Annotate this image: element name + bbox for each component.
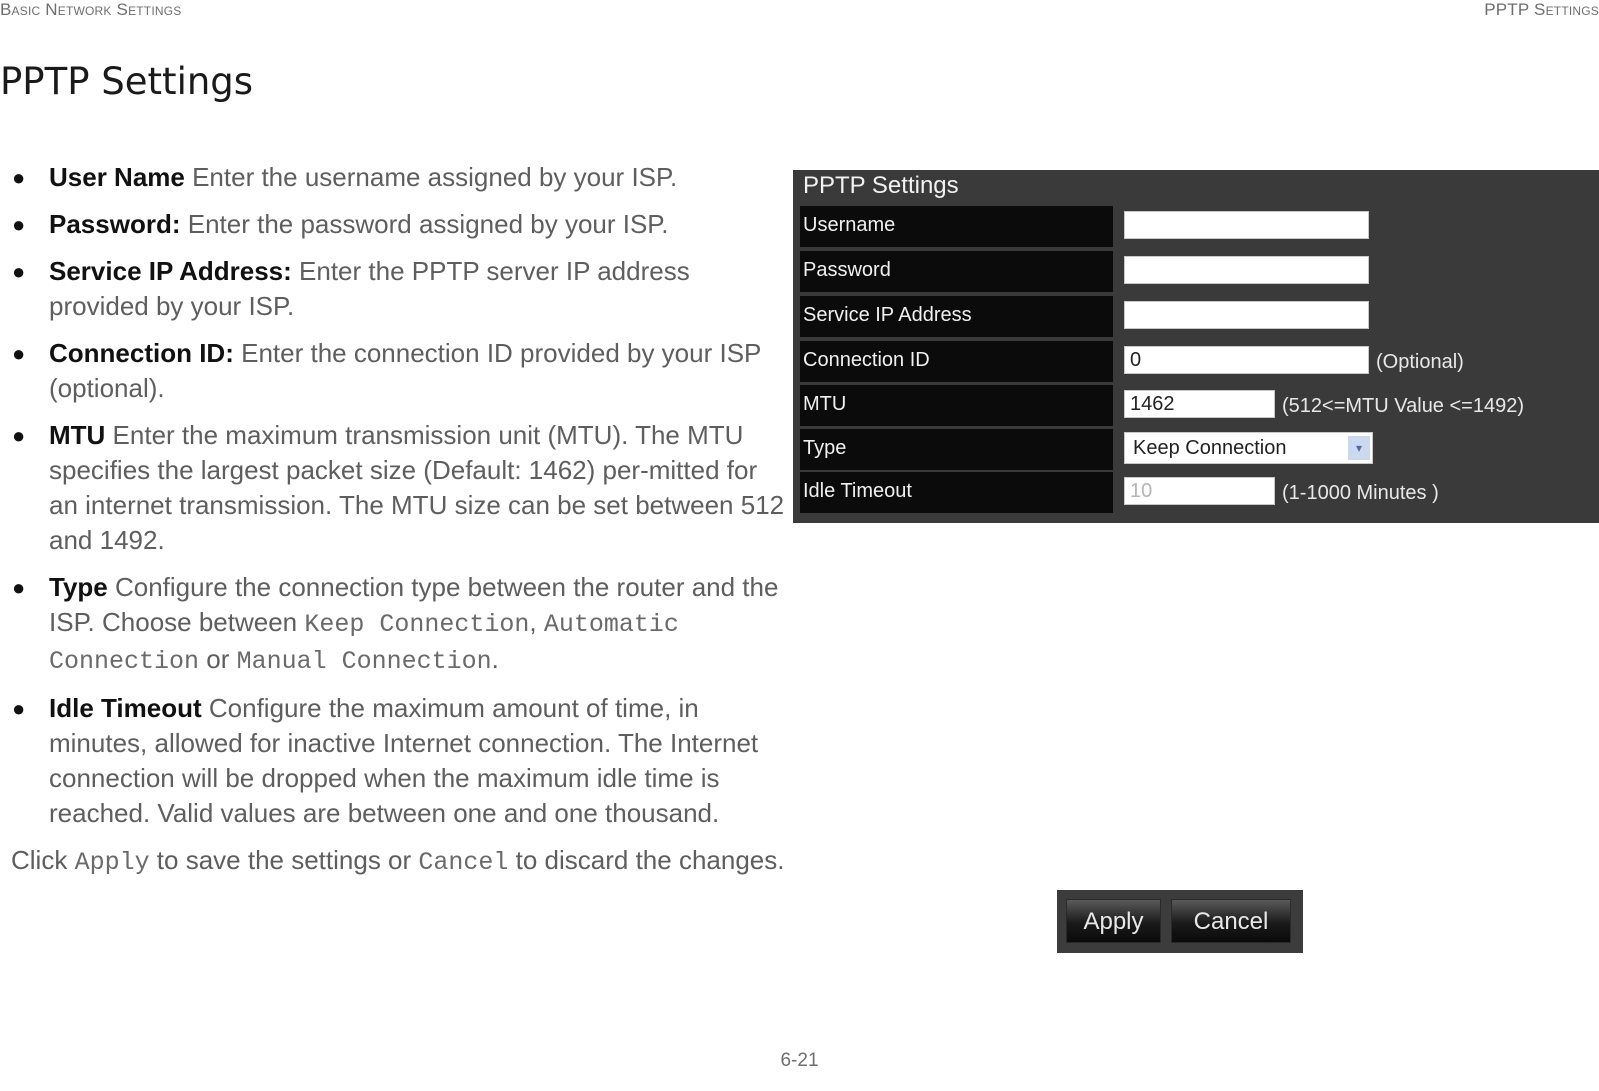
option-manual-connection: Manual Connection [236, 647, 492, 676]
list-item-service-ip: ● Service IP Address: Enter the PPTP serv… [0, 254, 785, 324]
password-input[interactable] [1124, 256, 1369, 284]
list-item-password: ● Password: Enter the password assigned b… [0, 207, 785, 242]
field-label: Password [803, 259, 891, 281]
header-section-title: Basic Network Settings [0, 0, 182, 19]
idle-timeout-input[interactable] [1124, 477, 1275, 505]
text: Click [11, 845, 75, 875]
term: User Name [49, 162, 185, 192]
definition: Enter the password assigned by your ISP. [180, 209, 669, 239]
list-item-type: ● Type Configure the connection type betw… [0, 570, 785, 679]
closing-instruction: Click Apply to save the settings or Canc… [11, 843, 785, 880]
bullet-icon: ● [12, 696, 26, 721]
pptp-settings-panel: PPTP Settings Username Password Service … [793, 170, 1599, 523]
description: ● User Name Enter the username assigned b… [0, 160, 785, 880]
field-description-list: ● User Name Enter the username assigned b… [0, 160, 785, 831]
row-type: Type [800, 429, 1113, 470]
bullet-icon: ● [12, 341, 26, 366]
apply-button[interactable]: Apply [1066, 899, 1161, 943]
bullet-icon: ● [12, 575, 26, 600]
text: to discard the changes. [508, 845, 785, 875]
term: Service IP Address: [49, 256, 292, 286]
cancel-button[interactable]: Cancel [1171, 899, 1291, 943]
list-item-mtu: ● MTU Enter the maximum transmission unit… [0, 418, 785, 558]
mtu-input[interactable] [1124, 390, 1275, 418]
connection-id-hint: (Optional) [1376, 351, 1464, 373]
bullet-icon: ● [12, 259, 26, 284]
panel-title: PPTP Settings [803, 172, 959, 199]
page-title: PPTP Settings [0, 60, 254, 103]
separator: or [199, 644, 237, 674]
page-number: 6-21 [780, 1050, 819, 1071]
type-select[interactable]: Keep Connection ▾ [1124, 432, 1373, 464]
row-connection-id: Connection ID [800, 341, 1113, 382]
idle-timeout-hint: (1-1000 Minutes ) [1282, 482, 1439, 504]
definition: Enter the username assigned by your ISP. [184, 162, 678, 192]
separator: . [491, 644, 499, 674]
term: Idle Timeout [49, 693, 202, 723]
row-password: Password [800, 251, 1113, 292]
definition: Enter the maximum transmission unit (MTU… [49, 420, 785, 555]
separator: , [529, 607, 544, 637]
field-label: Type [803, 437, 847, 459]
bullet-icon: ● [12, 165, 26, 190]
bullet-icon: ● [12, 212, 26, 237]
field-label: Idle Timeout [803, 480, 912, 502]
term: Type [49, 572, 108, 602]
field-label: Service IP Address [803, 304, 972, 326]
term: MTU [49, 420, 106, 450]
list-item-idle-timeout: ● Idle Timeout Configure the maximum amou… [0, 691, 785, 831]
field-label: Username [803, 214, 896, 236]
chevron-down-icon[interactable]: ▾ [1348, 436, 1370, 460]
row-username: Username [800, 206, 1113, 247]
bullet-icon: ● [12, 423, 26, 448]
apply-reference: Apply [74, 848, 150, 877]
row-idle-timeout: Idle Timeout [800, 472, 1113, 513]
service-ip-input[interactable] [1124, 301, 1369, 329]
type-selected-value: Keep Connection [1133, 437, 1287, 459]
username-input[interactable] [1124, 211, 1369, 239]
list-item-user-name: ● User Name Enter the username assigned b… [0, 160, 785, 195]
list-item-connection-id: ● Connection ID: Enter the connection ID … [0, 336, 785, 406]
mtu-hint: (512<=MTU Value <=1492) [1282, 395, 1525, 417]
button-bar: Apply Cancel [1057, 890, 1303, 953]
cancel-reference: Cancel [418, 848, 509, 877]
row-mtu: MTU [800, 385, 1113, 426]
term: Password: [49, 209, 181, 239]
header-page-title: PPTP Settings [1484, 0, 1599, 19]
field-label: MTU [803, 393, 847, 415]
text: to save the settings or [149, 845, 419, 875]
term: Connection ID: [49, 338, 234, 368]
connection-id-input[interactable] [1124, 346, 1369, 374]
option-keep-connection: Keep Connection [304, 610, 530, 639]
row-service-ip: Service IP Address [800, 296, 1113, 337]
field-label: Connection ID [803, 349, 930, 371]
